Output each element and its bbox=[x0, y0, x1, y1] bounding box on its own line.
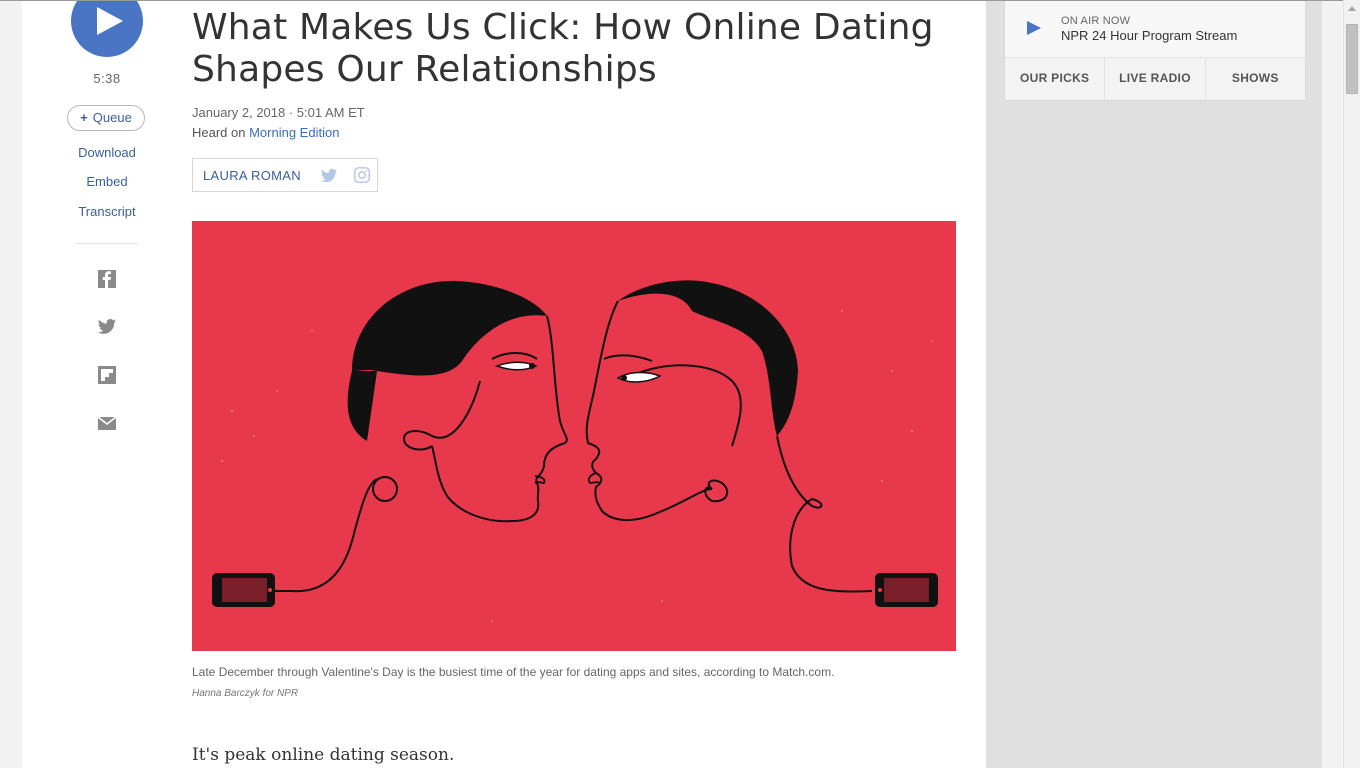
rail-divider bbox=[76, 243, 138, 244]
image-credit: Hanna Barczyk for NPR bbox=[192, 688, 299, 699]
article-column: 5:38 + Queue Download Embed Transcript Wh… bbox=[22, 1, 986, 768]
author-name-link[interactable]: LAURA ROMAN bbox=[203, 168, 301, 183]
article-headline: What Makes Us Click: How Online Dating S… bbox=[192, 7, 934, 90]
author-byline: LAURA ROMAN bbox=[192, 158, 378, 192]
image-caption: Late December through Valentine's Day is… bbox=[192, 665, 835, 679]
twitter-icon[interactable] bbox=[97, 317, 117, 337]
transcript-link[interactable]: Transcript bbox=[52, 204, 162, 219]
scrollbar-thumb[interactable] bbox=[1346, 24, 1358, 94]
live-radio-player: ON AIR NOW NPR 24 Hour Program Stream OU… bbox=[1005, 1, 1305, 100]
on-air-panel[interactable]: ON AIR NOW NPR 24 Hour Program Stream bbox=[1005, 1, 1305, 57]
nav-shows[interactable]: SHOWS bbox=[1206, 58, 1305, 100]
hero-illustration bbox=[192, 221, 956, 651]
play-button[interactable] bbox=[71, 1, 143, 57]
email-icon[interactable] bbox=[97, 413, 117, 433]
queue-label: Queue bbox=[92, 110, 132, 125]
author-twitter-icon[interactable] bbox=[319, 167, 339, 185]
player-nav: OUR PICKS LIVE RADIO SHOWS bbox=[1005, 57, 1305, 100]
program-link[interactable]: Morning Edition bbox=[249, 125, 339, 140]
author-instagram-icon[interactable] bbox=[353, 166, 371, 184]
audio-duration: 5:38 bbox=[93, 71, 121, 86]
page-scrollbar[interactable] bbox=[1343, 0, 1360, 768]
nav-live-radio[interactable]: LIVE RADIO bbox=[1105, 58, 1206, 100]
download-link[interactable]: Download bbox=[52, 145, 162, 160]
heard-on-line: Heard on Morning Edition bbox=[192, 125, 339, 140]
facebook-icon[interactable] bbox=[97, 269, 117, 289]
plus-icon: + bbox=[80, 110, 88, 125]
right-sidebar: ON AIR NOW NPR 24 Hour Program Stream OU… bbox=[986, 1, 1322, 768]
heard-on-prefix: Heard on bbox=[192, 125, 250, 140]
flipboard-icon[interactable] bbox=[97, 365, 117, 385]
stream-play-icon[interactable] bbox=[1026, 20, 1042, 36]
article-dateline: January 2, 2018 · 5:01 AM ET bbox=[192, 105, 365, 120]
on-air-label: ON AIR NOW bbox=[1061, 15, 1131, 27]
dating-illustration bbox=[192, 221, 956, 651]
nav-our-picks[interactable]: OUR PICKS bbox=[1005, 58, 1106, 100]
scroll-up-arrow-icon[interactable] bbox=[1348, 6, 1356, 11]
article-lead-paragraph: It's peak online dating season. bbox=[192, 745, 455, 765]
embed-link[interactable]: Embed bbox=[52, 174, 162, 189]
play-icon bbox=[97, 7, 123, 35]
queue-button[interactable]: + Queue bbox=[67, 105, 145, 131]
stream-title: NPR 24 Hour Program Stream bbox=[1061, 28, 1238, 43]
